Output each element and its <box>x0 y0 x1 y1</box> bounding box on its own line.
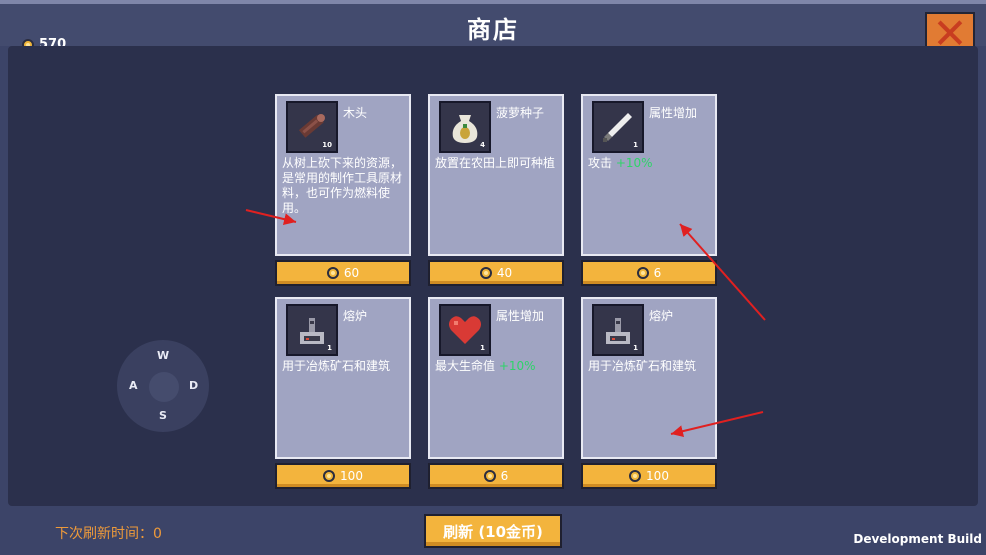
annotation-arrow <box>670 411 764 438</box>
annotation-arrow <box>245 209 297 226</box>
annotation-arrows <box>245 209 766 438</box>
annotation-arrow <box>679 223 766 321</box>
